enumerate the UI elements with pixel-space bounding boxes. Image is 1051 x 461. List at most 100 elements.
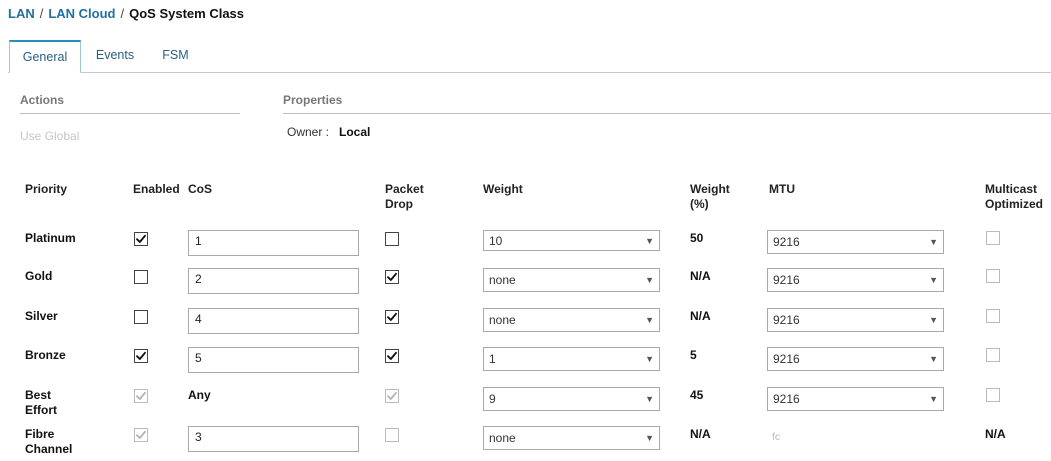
actions-title: Actions xyxy=(20,93,65,107)
breadcrumb-lan-cloud[interactable]: LAN Cloud xyxy=(48,6,115,21)
weight-select-value: 9 xyxy=(489,392,496,406)
multicast-optimized-checkbox xyxy=(986,309,1000,323)
header-weight: Weight xyxy=(483,182,523,196)
multicast-optimized-checkbox xyxy=(986,348,1000,362)
packet-drop-checkbox[interactable] xyxy=(385,349,399,363)
tab-fsm[interactable]: FSM xyxy=(148,40,203,71)
properties-divider xyxy=(283,113,1051,114)
priority-label-line1: Silver xyxy=(25,309,58,323)
packet-drop-checkbox[interactable] xyxy=(385,232,399,246)
weight-select-value: none xyxy=(489,313,516,327)
weight-percent: N/A xyxy=(690,309,711,323)
mtu-select[interactable]: 9216 ▼ xyxy=(767,308,944,332)
mtu-select[interactable]: 9216 ▼ xyxy=(767,268,944,292)
mtu-select-value: 9216 xyxy=(773,235,800,249)
header-priority: Priority xyxy=(25,182,68,196)
enabled-checkbox[interactable] xyxy=(134,310,148,324)
header-multicast-line1: Multicast xyxy=(985,182,1038,196)
dropdown-arrow-icon: ▼ xyxy=(645,433,654,443)
packet-drop-checkbox xyxy=(385,389,399,403)
actions-divider xyxy=(20,113,240,114)
header-packet-drop-line1: Packet xyxy=(385,182,424,196)
priority-label: Platinum xyxy=(25,231,76,246)
tab-events[interactable]: Events xyxy=(84,40,146,71)
checkmark-icon xyxy=(386,350,398,362)
checkmark-icon xyxy=(386,390,398,402)
weight-select[interactable]: none ▼ xyxy=(483,308,660,332)
breadcrumb-separator: / xyxy=(39,6,44,21)
weight-percent: 45 xyxy=(690,388,704,402)
header-cos: CoS xyxy=(188,182,212,196)
breadcrumb: LAN / LAN Cloud / QoS System Class xyxy=(8,6,244,21)
use-global-action: Use Global xyxy=(20,129,80,143)
header-weight-percent: Weight (%) xyxy=(690,182,730,212)
priority-label-line1: Gold xyxy=(25,269,53,283)
enabled-checkbox[interactable] xyxy=(134,232,148,246)
header-enabled: Enabled xyxy=(133,182,180,196)
owner-value: Local xyxy=(339,125,371,139)
cos-value: Any xyxy=(188,388,211,402)
enabled-checkbox xyxy=(134,389,148,403)
cos-input[interactable]: 4 xyxy=(188,308,359,334)
weight-select[interactable]: none ▼ xyxy=(483,268,660,292)
weight-select-value: none xyxy=(489,431,516,445)
dropdown-arrow-icon: ▼ xyxy=(645,275,654,285)
weight-select[interactable]: 1 ▼ xyxy=(483,347,660,371)
dropdown-arrow-icon: ▼ xyxy=(929,275,938,285)
multicast-optimized-checkbox xyxy=(986,269,1000,283)
checkmark-icon xyxy=(135,390,147,402)
mtu-select[interactable]: 9216 ▼ xyxy=(767,347,944,371)
weight-select[interactable]: 9 ▼ xyxy=(483,387,660,411)
enabled-checkbox[interactable] xyxy=(134,270,148,284)
priority-label-line1: Bronze xyxy=(25,348,66,362)
priority-label: Bronze xyxy=(25,348,66,363)
weight-select[interactable]: none ▼ xyxy=(483,426,660,450)
packet-drop-checkbox[interactable] xyxy=(385,270,399,284)
mtu-select-value: 9216 xyxy=(773,313,800,327)
cos-input[interactable]: 3 xyxy=(188,426,359,452)
checkmark-icon xyxy=(386,271,398,283)
dropdown-arrow-icon: ▼ xyxy=(645,394,654,404)
weight-select[interactable]: 10 ▼ xyxy=(483,230,660,251)
enabled-checkbox[interactable] xyxy=(134,349,148,363)
weight-percent: N/A xyxy=(690,269,711,283)
priority-label: Silver xyxy=(25,309,58,324)
header-packet-drop: Packet Drop xyxy=(385,182,424,212)
weight-percent: N/A xyxy=(690,427,711,441)
dropdown-arrow-icon: ▼ xyxy=(645,354,654,364)
packet-drop-checkbox xyxy=(385,428,399,442)
checkmark-icon xyxy=(135,233,147,245)
cos-input[interactable]: 5 xyxy=(188,347,359,373)
priority-label: Best Effort xyxy=(25,388,57,418)
checkmark-icon xyxy=(135,429,147,441)
dropdown-arrow-icon: ▼ xyxy=(929,394,938,404)
dropdown-arrow-icon: ▼ xyxy=(645,235,654,246)
packet-drop-checkbox[interactable] xyxy=(385,310,399,324)
dropdown-arrow-icon: ▼ xyxy=(645,315,654,325)
header-weight-percent-line2: (%) xyxy=(690,197,709,211)
priority-label-line1: Fibre xyxy=(25,427,55,441)
cos-input[interactable]: 2 xyxy=(188,268,359,294)
multicast-optimized-checkbox xyxy=(986,231,1000,245)
priority-label: Gold xyxy=(25,269,52,284)
mtu-select[interactable]: 9216 ▼ xyxy=(767,230,944,254)
header-multicast-line2: Optimized xyxy=(985,197,1044,211)
dropdown-arrow-icon: ▼ xyxy=(929,354,938,364)
mtu-select[interactable]: 9216 ▼ xyxy=(767,387,944,411)
weight-percent: 50 xyxy=(690,231,704,245)
weight-select-value: 1 xyxy=(489,352,496,366)
header-weight-percent-line1: Weight xyxy=(690,182,730,196)
priority-label: Fibre Channel xyxy=(25,427,72,457)
dropdown-arrow-icon: ▼ xyxy=(929,237,938,247)
cos-input[interactable]: 1 xyxy=(188,230,359,256)
checkmark-icon xyxy=(135,350,147,362)
enabled-checkbox xyxy=(134,428,148,442)
header-mtu: MTU xyxy=(769,182,795,196)
dropdown-arrow-icon: ▼ xyxy=(929,315,938,325)
breadcrumb-lan[interactable]: LAN xyxy=(8,6,35,21)
multicast-value: N/A xyxy=(985,427,1006,441)
header-multicast-optimized: Multicast Optimized xyxy=(985,182,1043,212)
priority-label-line1: Platinum xyxy=(25,231,76,245)
tab-general[interactable]: General xyxy=(9,40,81,73)
breadcrumb-separator: / xyxy=(120,6,125,21)
